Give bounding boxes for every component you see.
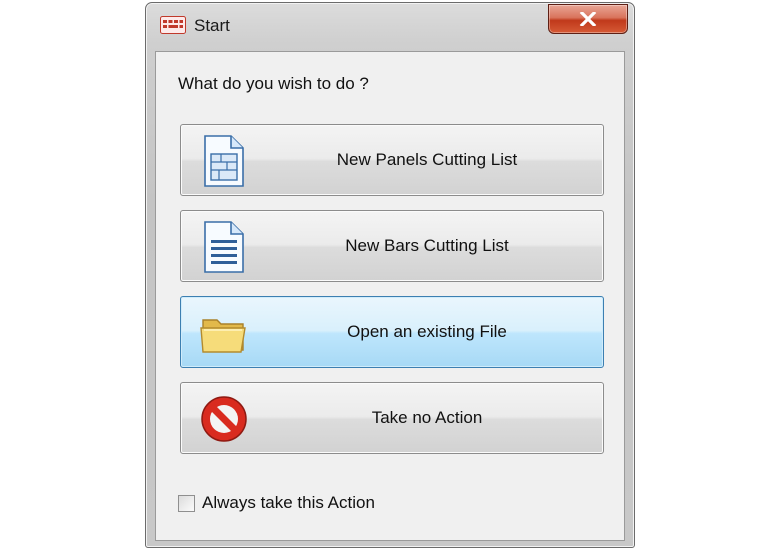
new-bars-cutting-list-button[interactable]: New Bars Cutting List	[180, 210, 604, 282]
close-icon	[579, 12, 597, 26]
open-existing-file-label: Open an existing File	[347, 322, 507, 341]
always-take-action-checkbox[interactable]	[178, 494, 195, 512]
title-bar[interactable]: Start	[146, 3, 634, 47]
folder-icon	[200, 319, 246, 353]
take-no-action-label: Take no Action	[371, 408, 483, 427]
always-take-action-label[interactable]: Always take this Action	[202, 493, 375, 513]
take-no-action-button[interactable]: Take no Action	[180, 382, 604, 454]
start-dialog-window: Start What do you wish to do ? New Panel…	[145, 2, 635, 548]
open-existing-file-button[interactable]: Open an existing File	[180, 296, 604, 368]
dialog-body: What do you wish to do ? New Panels Cutt…	[155, 51, 625, 541]
panels-document-icon	[204, 135, 244, 187]
window-title: Start	[194, 16, 230, 35]
new-panels-cutting-list-label: New Panels Cutting List	[336, 150, 518, 169]
new-panels-cutting-list-button[interactable]: New Panels Cutting List	[180, 124, 604, 196]
keyboard-app-icon	[160, 16, 186, 34]
close-button[interactable]	[548, 4, 628, 34]
new-bars-cutting-list-label: New Bars Cutting List	[345, 236, 509, 255]
prompt-label: What do you wish to do ?	[178, 74, 369, 93]
no-entry-icon	[201, 396, 247, 442]
always-take-action-row[interactable]: Always take this Action	[178, 492, 375, 514]
bars-document-icon	[204, 221, 244, 273]
